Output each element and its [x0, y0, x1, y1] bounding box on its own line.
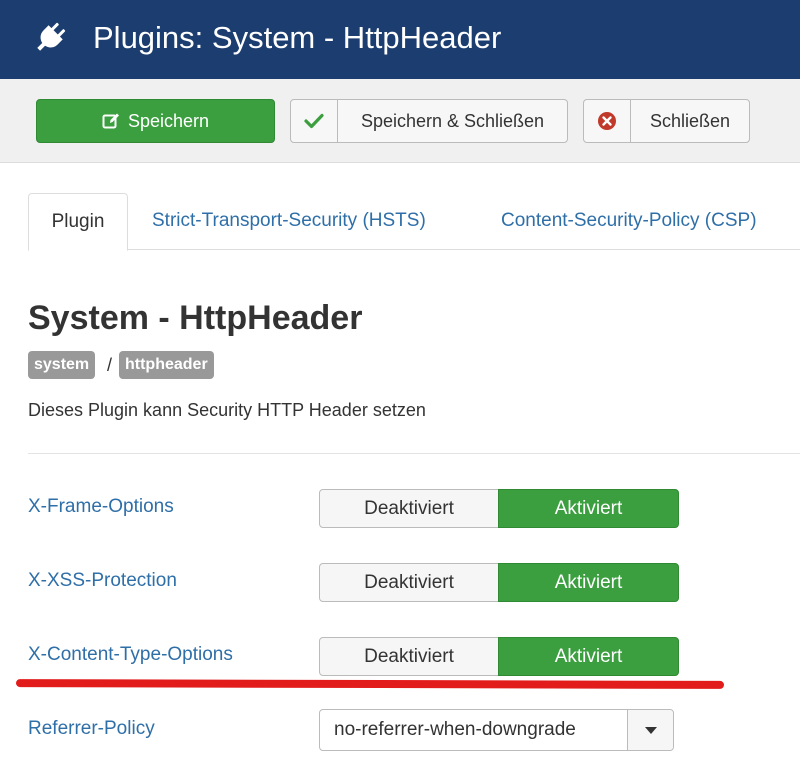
referrer-policy-select[interactable]: no-referrer-when-downgrade: [319, 709, 674, 751]
group-badge: system: [28, 351, 96, 379]
close-circle-icon: [584, 100, 631, 142]
plugin-description: Dieses Plugin kann Security HTTP Header …: [28, 400, 426, 420]
x-content-type-options-off[interactable]: Deaktiviert: [319, 637, 499, 676]
save-close-label: Speichern & Schließen: [360, 111, 545, 131]
x-frame-options-label[interactable]: X-Frame-Options: [28, 494, 174, 520]
x-content-type-options-label[interactable]: X-Content-Type-Options: [28, 642, 233, 668]
toolbar: Speichern Speichern & Schließen Schließe…: [0, 79, 800, 163]
x-content-type-options-toggle: Deaktiviert Aktiviert: [319, 637, 679, 676]
save-button[interactable]: Speichern: [36, 99, 275, 143]
divider: [28, 453, 800, 454]
page-title: Plugins: System - HttpHeader: [93, 20, 502, 55]
x-xss-protection-off[interactable]: Deaktiviert: [319, 563, 499, 602]
close-label: Schließen: [649, 111, 731, 131]
element-badge: httpheader: [119, 351, 214, 379]
x-frame-options-on[interactable]: Aktiviert: [498, 489, 679, 528]
tab-csp[interactable]: Content-Security-Policy (CSP): [501, 193, 757, 250]
x-xss-protection-label[interactable]: X-XSS-Protection: [28, 568, 177, 594]
page-header: Plugins: System - HttpHeader: [0, 0, 800, 79]
plugin-title: System - HttpHeader: [28, 299, 363, 337]
tab-bar: Plugin Strict-Transport-Security (HSTS) …: [28, 193, 800, 251]
save-button-label: Speichern: [127, 111, 210, 131]
x-frame-options-off[interactable]: Deaktiviert: [319, 489, 499, 528]
tab-hsts[interactable]: Strict-Transport-Security (HSTS): [152, 193, 426, 250]
edit-icon: [102, 113, 119, 129]
referrer-policy-label[interactable]: Referrer-Policy: [28, 716, 155, 742]
highlight-underline: [15, 679, 725, 689]
check-icon: [291, 100, 338, 142]
x-xss-protection-toggle: Deaktiviert Aktiviert: [319, 563, 679, 602]
badge-separator: /: [107, 355, 113, 375]
plug-icon: [37, 22, 66, 51]
referrer-policy-value: no-referrer-when-downgrade: [334, 719, 576, 740]
save-close-button[interactable]: Speichern & Schließen: [290, 99, 568, 143]
tab-plugin[interactable]: Plugin: [28, 193, 128, 251]
caret-down-icon[interactable]: [627, 710, 673, 750]
x-frame-options-toggle: Deaktiviert Aktiviert: [319, 489, 679, 528]
x-xss-protection-on[interactable]: Aktiviert: [498, 563, 679, 602]
x-content-type-options-on[interactable]: Aktiviert: [498, 637, 679, 676]
close-button[interactable]: Schließen: [583, 99, 750, 143]
